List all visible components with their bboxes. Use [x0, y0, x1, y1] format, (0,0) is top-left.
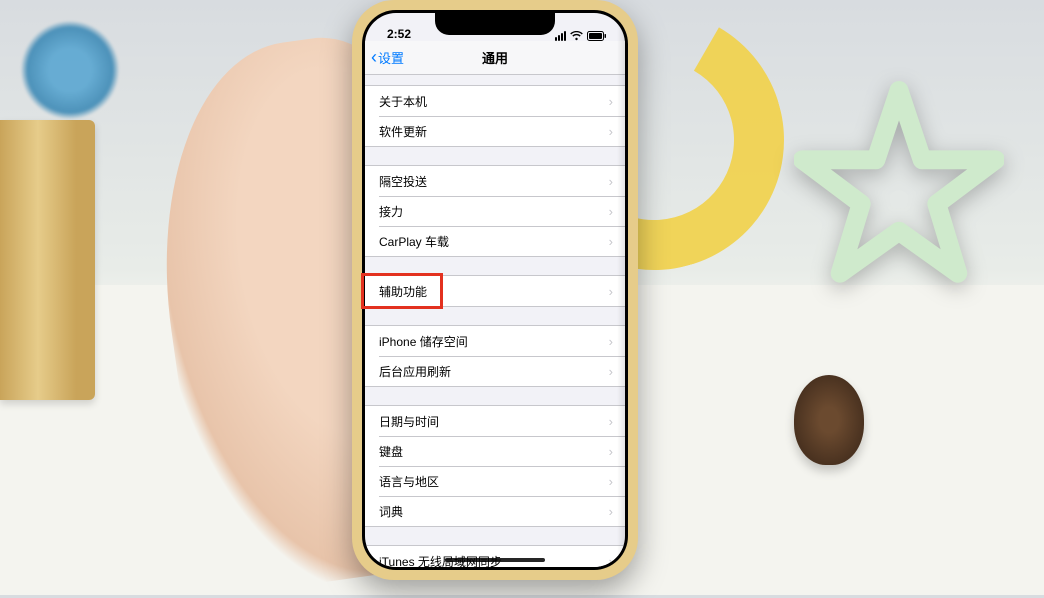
row-label: 键盘 [379, 443, 403, 460]
row-label: 辅助功能 [379, 283, 427, 300]
settings-row[interactable]: 隔空投送 › [365, 166, 625, 196]
star-prop [794, 80, 1004, 290]
back-label: 设置 [378, 48, 404, 67]
gold-stand-prop [0, 120, 95, 400]
settings-group: iTunes 无线局域网同步› [365, 545, 625, 567]
row-label: CarPlay 车载 [379, 233, 449, 250]
row-label: 关于本机 [379, 93, 427, 110]
settings-row[interactable]: 关于本机 › [365, 86, 625, 116]
iphone-device: 2:52 ‹ 设置 通用 [352, 0, 638, 580]
pinecone-prop [794, 375, 864, 465]
settings-row[interactable]: 辅助功能 › [365, 276, 625, 306]
phone-bezel: 2:52 ‹ 设置 通用 [362, 10, 628, 570]
settings-list[interactable]: 关于本机›软件更新›隔空投送›接力›CarPlay 车载›辅助功能›iPhone… [365, 75, 625, 567]
chevron-right-icon: › [609, 94, 613, 109]
settings-group: iPhone 储存空间 › 后台应用刷新 › [365, 325, 625, 387]
row-label: 词典 [379, 503, 403, 520]
settings-row[interactable]: 键盘 › [365, 436, 625, 466]
chevron-right-icon: › [609, 414, 613, 429]
status-time: 2:52 [387, 27, 411, 41]
chevron-right-icon: › [609, 444, 613, 459]
chevron-right-icon: › [609, 174, 613, 189]
row-label: 隔空投送 [379, 173, 427, 190]
status-indicators [555, 31, 607, 41]
chevron-right-icon: › [609, 234, 613, 249]
settings-row[interactable]: 词典 › [365, 496, 625, 526]
back-button[interactable]: ‹ 设置 [371, 47, 404, 68]
settings-row[interactable]: 软件更新 › [365, 116, 625, 146]
phone-notch [435, 13, 555, 35]
chevron-right-icon: › [609, 284, 613, 299]
settings-row[interactable]: 接力 › [365, 196, 625, 226]
row-label: 软件更新 [379, 123, 427, 140]
home-indicator[interactable] [445, 558, 545, 562]
wifi-icon [570, 31, 583, 41]
settings-row[interactable]: iTunes 无线局域网同步› [365, 546, 625, 567]
page-title: 通用 [482, 48, 508, 67]
row-label: 接力 [379, 203, 403, 220]
row-label: 后台应用刷新 [379, 363, 451, 380]
watermark-logo [20, 20, 120, 120]
battery-icon [587, 31, 607, 41]
settings-row[interactable]: CarPlay 车载 › [365, 226, 625, 256]
chevron-right-icon: › [609, 124, 613, 139]
settings-row[interactable]: 后台应用刷新 › [365, 356, 625, 386]
settings-group: 隔空投送 › 接力 › CarPlay 车载 › [365, 165, 625, 257]
settings-group: 辅助功能 › [365, 275, 625, 307]
chevron-right-icon: › [609, 204, 613, 219]
settings-group: 关于本机 › 软件更新 › [365, 85, 625, 147]
chevron-right-icon: › [609, 334, 613, 349]
cellular-signal-icon [555, 31, 566, 41]
row-label: 语言与地区 [379, 473, 439, 490]
chevron-right-icon: › [609, 554, 613, 568]
nav-bar: ‹ 设置 通用 [365, 41, 625, 75]
row-label: 日期与时间 [379, 413, 439, 430]
settings-row[interactable]: 语言与地区 › [365, 466, 625, 496]
row-label: iPhone 储存空间 [379, 333, 468, 350]
chevron-right-icon: › [609, 504, 613, 519]
phone-screen: 2:52 ‹ 设置 通用 [365, 13, 625, 567]
settings-group: 日期与时间 › 键盘 › 语言与地区 › 词典 › [365, 405, 625, 527]
chevron-left-icon: ‹ [371, 47, 377, 68]
chevron-right-icon: › [609, 474, 613, 489]
chevron-right-icon: › [609, 364, 613, 379]
settings-row[interactable]: 日期与时间 › [365, 406, 625, 436]
settings-row[interactable]: iPhone 储存空间 › [365, 326, 625, 356]
